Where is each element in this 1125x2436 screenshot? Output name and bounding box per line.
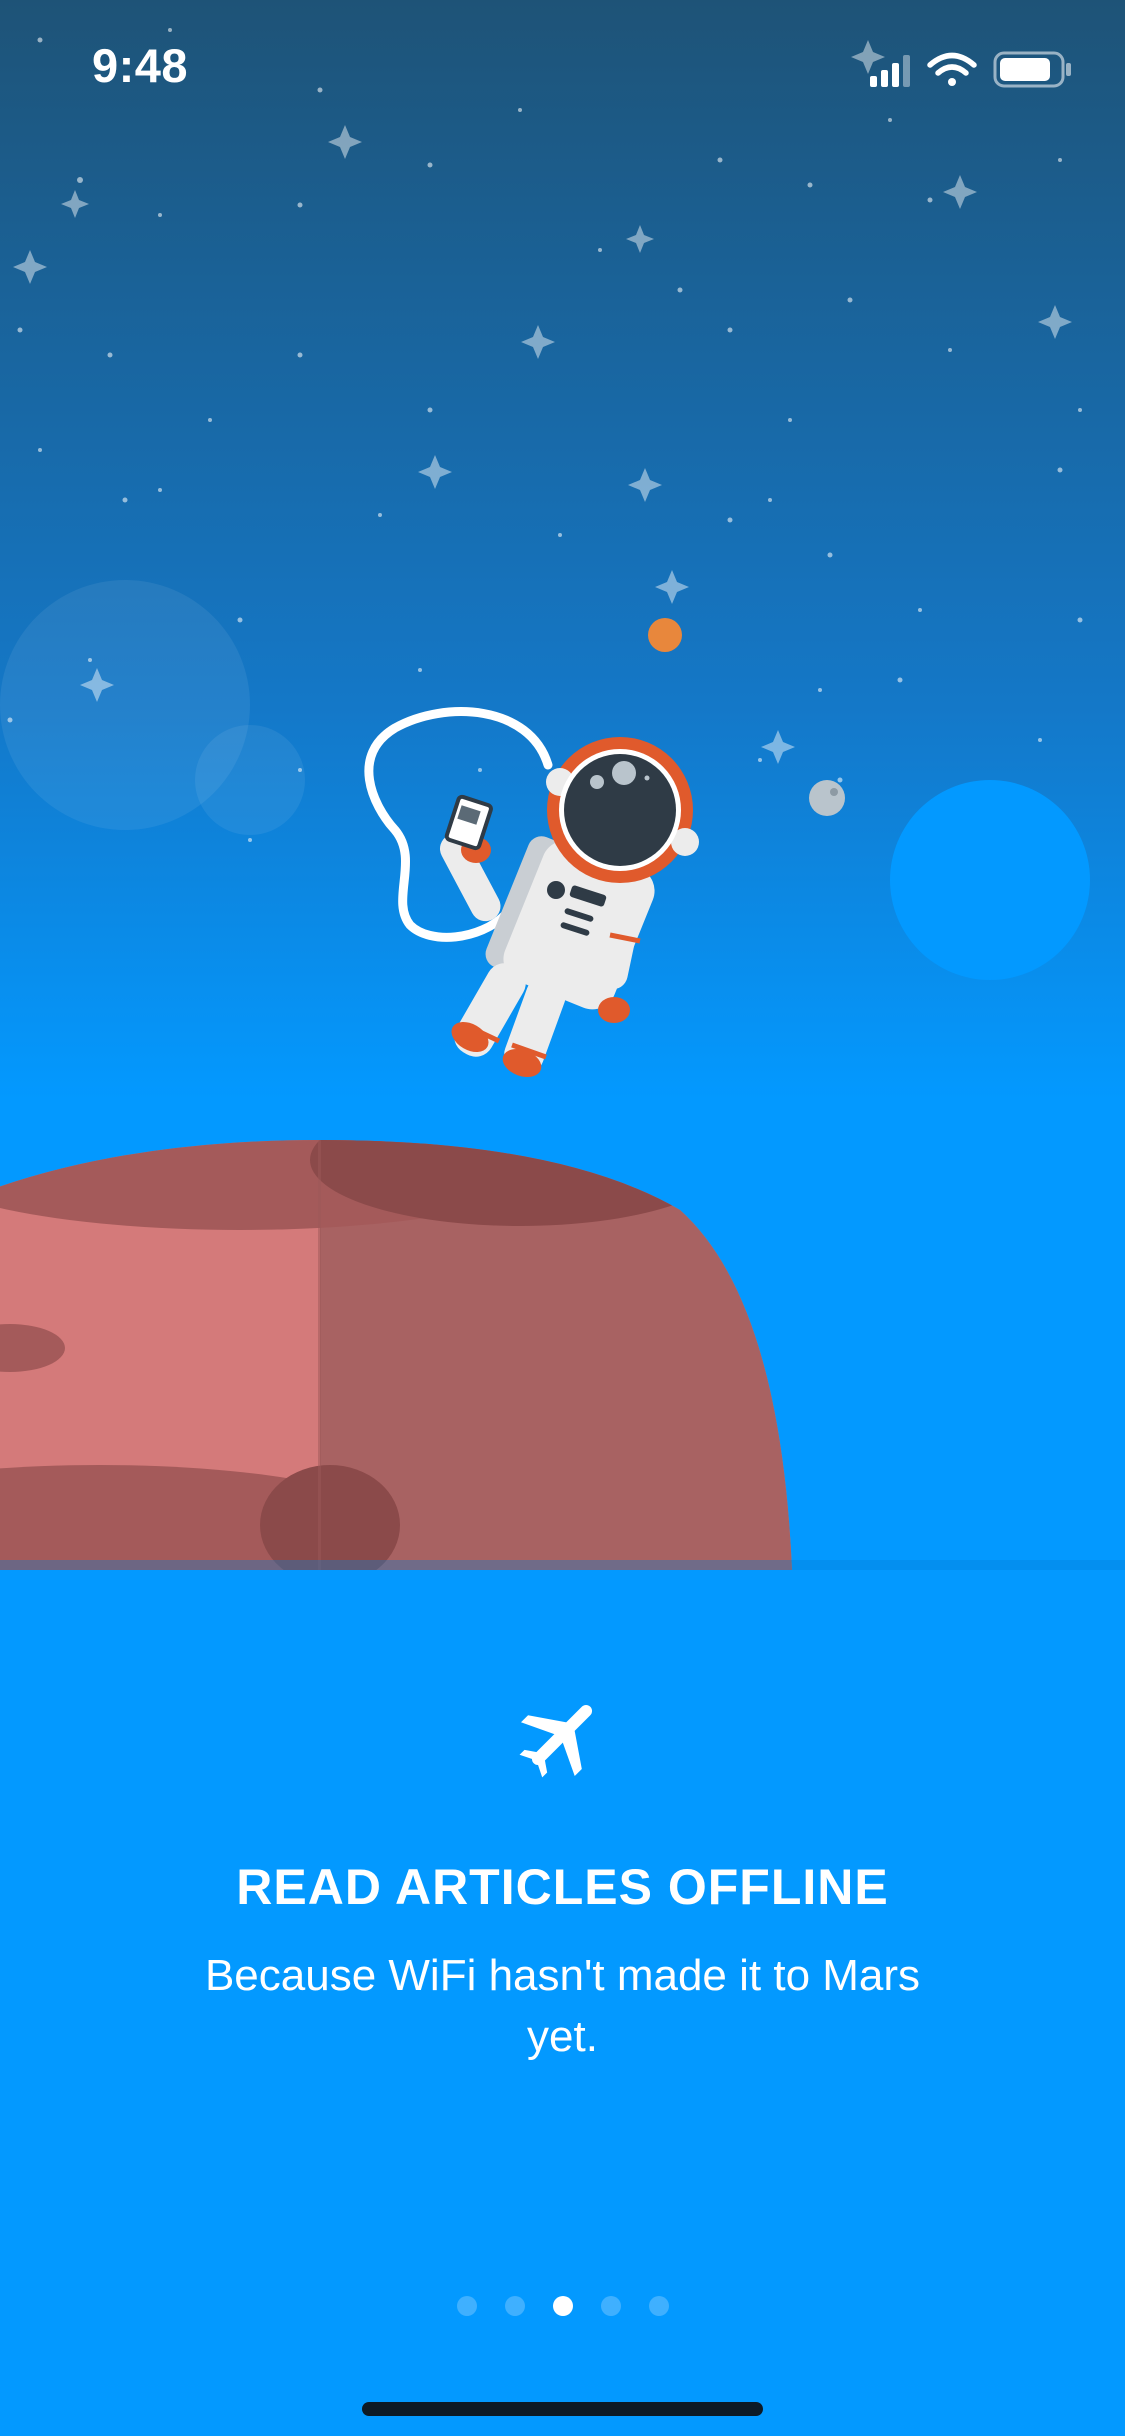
page-dot-active[interactable] <box>552 2296 573 2316</box>
battery-icon <box>993 51 1071 88</box>
wifi-icon <box>927 52 977 86</box>
signal-icon <box>870 55 910 87</box>
blue-planet <box>890 780 1090 980</box>
grey-moon <box>809 780 845 816</box>
onboarding-content: READ ARTICLES OFFLINE Because WiFi hasn'… <box>0 1570 1125 2436</box>
hero-illustration <box>0 0 1125 1570</box>
onboarding-screen: 9:48 READ ARTICLES OFFLINE Because WiFi … <box>0 0 1125 2436</box>
page-indicator[interactable] <box>0 2296 1125 2316</box>
status-icons <box>870 48 1080 92</box>
feature-title: READ ARTICLES OFFLINE <box>236 1859 889 1915</box>
page-dot[interactable] <box>504 2296 525 2316</box>
home-indicator[interactable] <box>362 2402 763 2416</box>
page-dot[interactable] <box>456 2296 477 2316</box>
airplane-icon <box>512 1685 612 1785</box>
page-dot[interactable] <box>600 2296 621 2316</box>
feature-subtitle: Because WiFi hasn't made it to Mars yet. <box>204 1951 921 2061</box>
page-dot[interactable] <box>648 2296 669 2316</box>
status-time: 9:48 <box>92 39 189 92</box>
status-bar: 9:48 <box>0 0 1125 140</box>
orange-planet <box>648 618 682 652</box>
